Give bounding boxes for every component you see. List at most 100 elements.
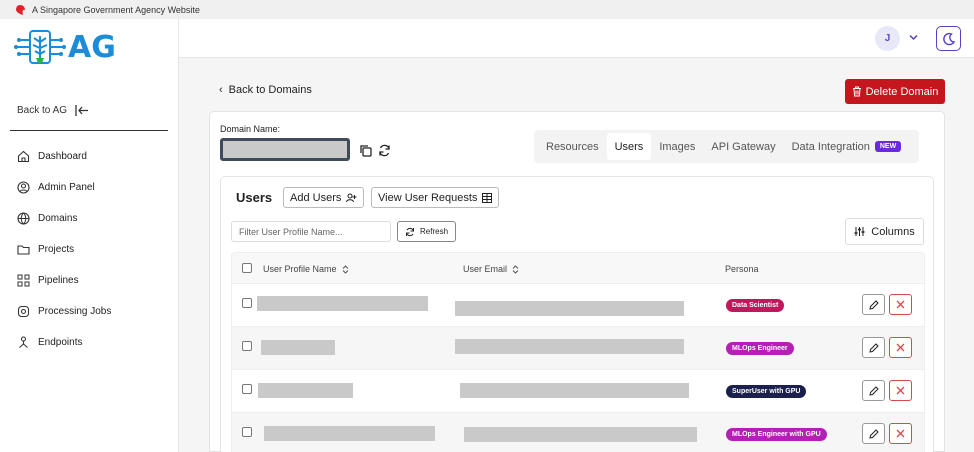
tab-api-gateway[interactable]: API Gateway xyxy=(703,133,783,160)
add-users-label: Add Users xyxy=(290,191,342,204)
pencil-icon xyxy=(868,428,879,439)
sort-icon xyxy=(342,264,348,274)
delete-row-button[interactable] xyxy=(889,337,912,358)
back-to-ag-link[interactable]: Back to AG xyxy=(17,105,89,116)
pencil-icon xyxy=(868,299,879,310)
close-icon xyxy=(896,343,905,352)
sidebar-item-label: Endpoints xyxy=(38,337,83,348)
sidebar-item-admin-panel[interactable]: Admin Panel xyxy=(17,172,111,203)
back-to-domains-label: Back to Domains xyxy=(228,84,312,96)
persona-badge: MLOps Engineer xyxy=(726,342,794,355)
circuit-tree-icon xyxy=(14,30,66,64)
sidebar-item-pipelines[interactable]: Pipelines xyxy=(17,265,111,296)
delete-row-button[interactable] xyxy=(889,423,912,444)
back-to-ag-label: Back to AG xyxy=(17,105,68,116)
theme-toggle-button[interactable] xyxy=(936,26,961,51)
redacted-user-email xyxy=(455,301,684,316)
row-checkbox[interactable] xyxy=(242,298,252,308)
redacted-user-name xyxy=(257,296,428,311)
tab-data-integration-label: Data Integration xyxy=(791,140,870,153)
domain-name-label: Domain Name: xyxy=(220,124,281,134)
column-header-email-label: User Email xyxy=(463,264,508,274)
top-header: J xyxy=(179,19,974,58)
column-header-persona-label: Persona xyxy=(725,264,759,274)
users-panel: Users Add Users View User Requests Refre… xyxy=(220,176,934,452)
domain-tabs: Resources Users Images API Gateway Data … xyxy=(534,130,919,163)
sidebar-item-label: Domains xyxy=(38,213,78,224)
moon-icon xyxy=(942,32,955,45)
endpoint-icon xyxy=(19,336,28,348)
edit-button[interactable] xyxy=(862,380,885,401)
refresh-label: Refresh xyxy=(420,227,449,236)
sidebar-item-dashboard[interactable]: Dashboard xyxy=(17,141,111,172)
domain-name-field[interactable] xyxy=(220,138,350,161)
table-row: MLOps Engineer xyxy=(231,327,925,370)
close-icon xyxy=(896,300,905,309)
column-header-email[interactable]: User Email xyxy=(463,253,519,285)
delete-domain-label: Delete Domain xyxy=(865,85,939,98)
delete-domain-button[interactable]: Delete Domain xyxy=(845,79,945,104)
sidebar-item-endpoints[interactable]: Endpoints xyxy=(17,327,111,358)
edit-button[interactable] xyxy=(862,294,885,315)
table-row: MLOps Engineer with GPU xyxy=(231,413,925,452)
redacted-user-email xyxy=(460,383,689,398)
app-logo[interactable]: AG xyxy=(14,28,116,66)
delete-row-button[interactable] xyxy=(889,380,912,401)
select-all-checkbox[interactable] xyxy=(242,263,252,273)
pencil-icon xyxy=(868,342,879,353)
add-users-button[interactable]: Add Users xyxy=(283,187,365,208)
sidebar-divider xyxy=(10,130,168,131)
lion-head-icon xyxy=(16,4,25,15)
new-badge: NEW xyxy=(874,141,902,152)
sidebar: AG Back to AG Dashboard Admin Panel Doma… xyxy=(0,19,179,452)
delete-row-button[interactable] xyxy=(889,294,912,315)
back-to-domains-link[interactable]: ‹ Back to Domains xyxy=(219,84,312,96)
trash-icon xyxy=(852,86,861,97)
users-title: Users xyxy=(236,190,273,205)
table-row: Data Scientist xyxy=(231,284,925,327)
columns-label: Columns xyxy=(871,225,915,238)
column-header-persona: Persona xyxy=(725,253,759,285)
row-checkbox[interactable] xyxy=(242,384,252,394)
tab-images[interactable]: Images xyxy=(651,133,703,160)
columns-button[interactable]: Columns xyxy=(845,218,924,245)
sidebar-item-domains[interactable]: Domains xyxy=(17,203,111,234)
avatar[interactable]: J xyxy=(875,26,900,51)
collapse-left-icon xyxy=(75,105,89,116)
row-checkbox[interactable] xyxy=(242,427,252,437)
edit-button[interactable] xyxy=(862,423,885,444)
sidebar-item-label: Projects xyxy=(38,244,75,255)
table-row: SuperUser with GPU xyxy=(231,370,925,413)
persona-badge: MLOps Engineer with GPU xyxy=(726,428,827,441)
refresh-button[interactable]: Refresh xyxy=(397,221,457,242)
users-table: User Profile Name User Email Persona Dat… xyxy=(231,252,925,452)
redacted-user-name xyxy=(264,426,435,441)
edit-button[interactable] xyxy=(862,337,885,358)
gov-banner-text: A Singapore Government Agency Website xyxy=(32,4,200,15)
column-header-name[interactable]: User Profile Name xyxy=(263,253,349,285)
table-icon xyxy=(482,192,493,203)
sidebar-item-label: Pipelines xyxy=(38,275,79,286)
redacted-user-email xyxy=(464,427,697,442)
sidebar-item-processing-jobs[interactable]: Processing Jobs xyxy=(17,296,111,327)
redacted-user-name xyxy=(261,340,335,355)
filter-user-profile-input[interactable] xyxy=(231,221,391,242)
sync-icon[interactable] xyxy=(378,144,391,157)
view-user-requests-button[interactable]: View User Requests xyxy=(371,187,500,208)
logo-text: AG xyxy=(68,29,116,65)
copy-icon[interactable] xyxy=(359,144,372,157)
close-icon xyxy=(896,429,905,438)
persona-badge: SuperUser with GPU xyxy=(726,385,807,398)
chevron-down-icon[interactable] xyxy=(908,32,919,43)
sidebar-item-label: Admin Panel xyxy=(38,182,95,193)
row-checkbox[interactable] xyxy=(242,341,252,351)
persona-badge: Data Scientist xyxy=(726,299,785,312)
sliders-icon xyxy=(854,227,865,236)
tab-users[interactable]: Users xyxy=(606,133,652,160)
tab-data-integration[interactable]: Data Integration NEW xyxy=(784,133,910,160)
redacted-user-name xyxy=(258,383,353,398)
sidebar-item-label: Processing Jobs xyxy=(38,306,112,317)
add-user-icon xyxy=(346,193,357,202)
tab-resources[interactable]: Resources xyxy=(538,133,607,160)
sidebar-item-projects[interactable]: Projects xyxy=(17,234,111,265)
